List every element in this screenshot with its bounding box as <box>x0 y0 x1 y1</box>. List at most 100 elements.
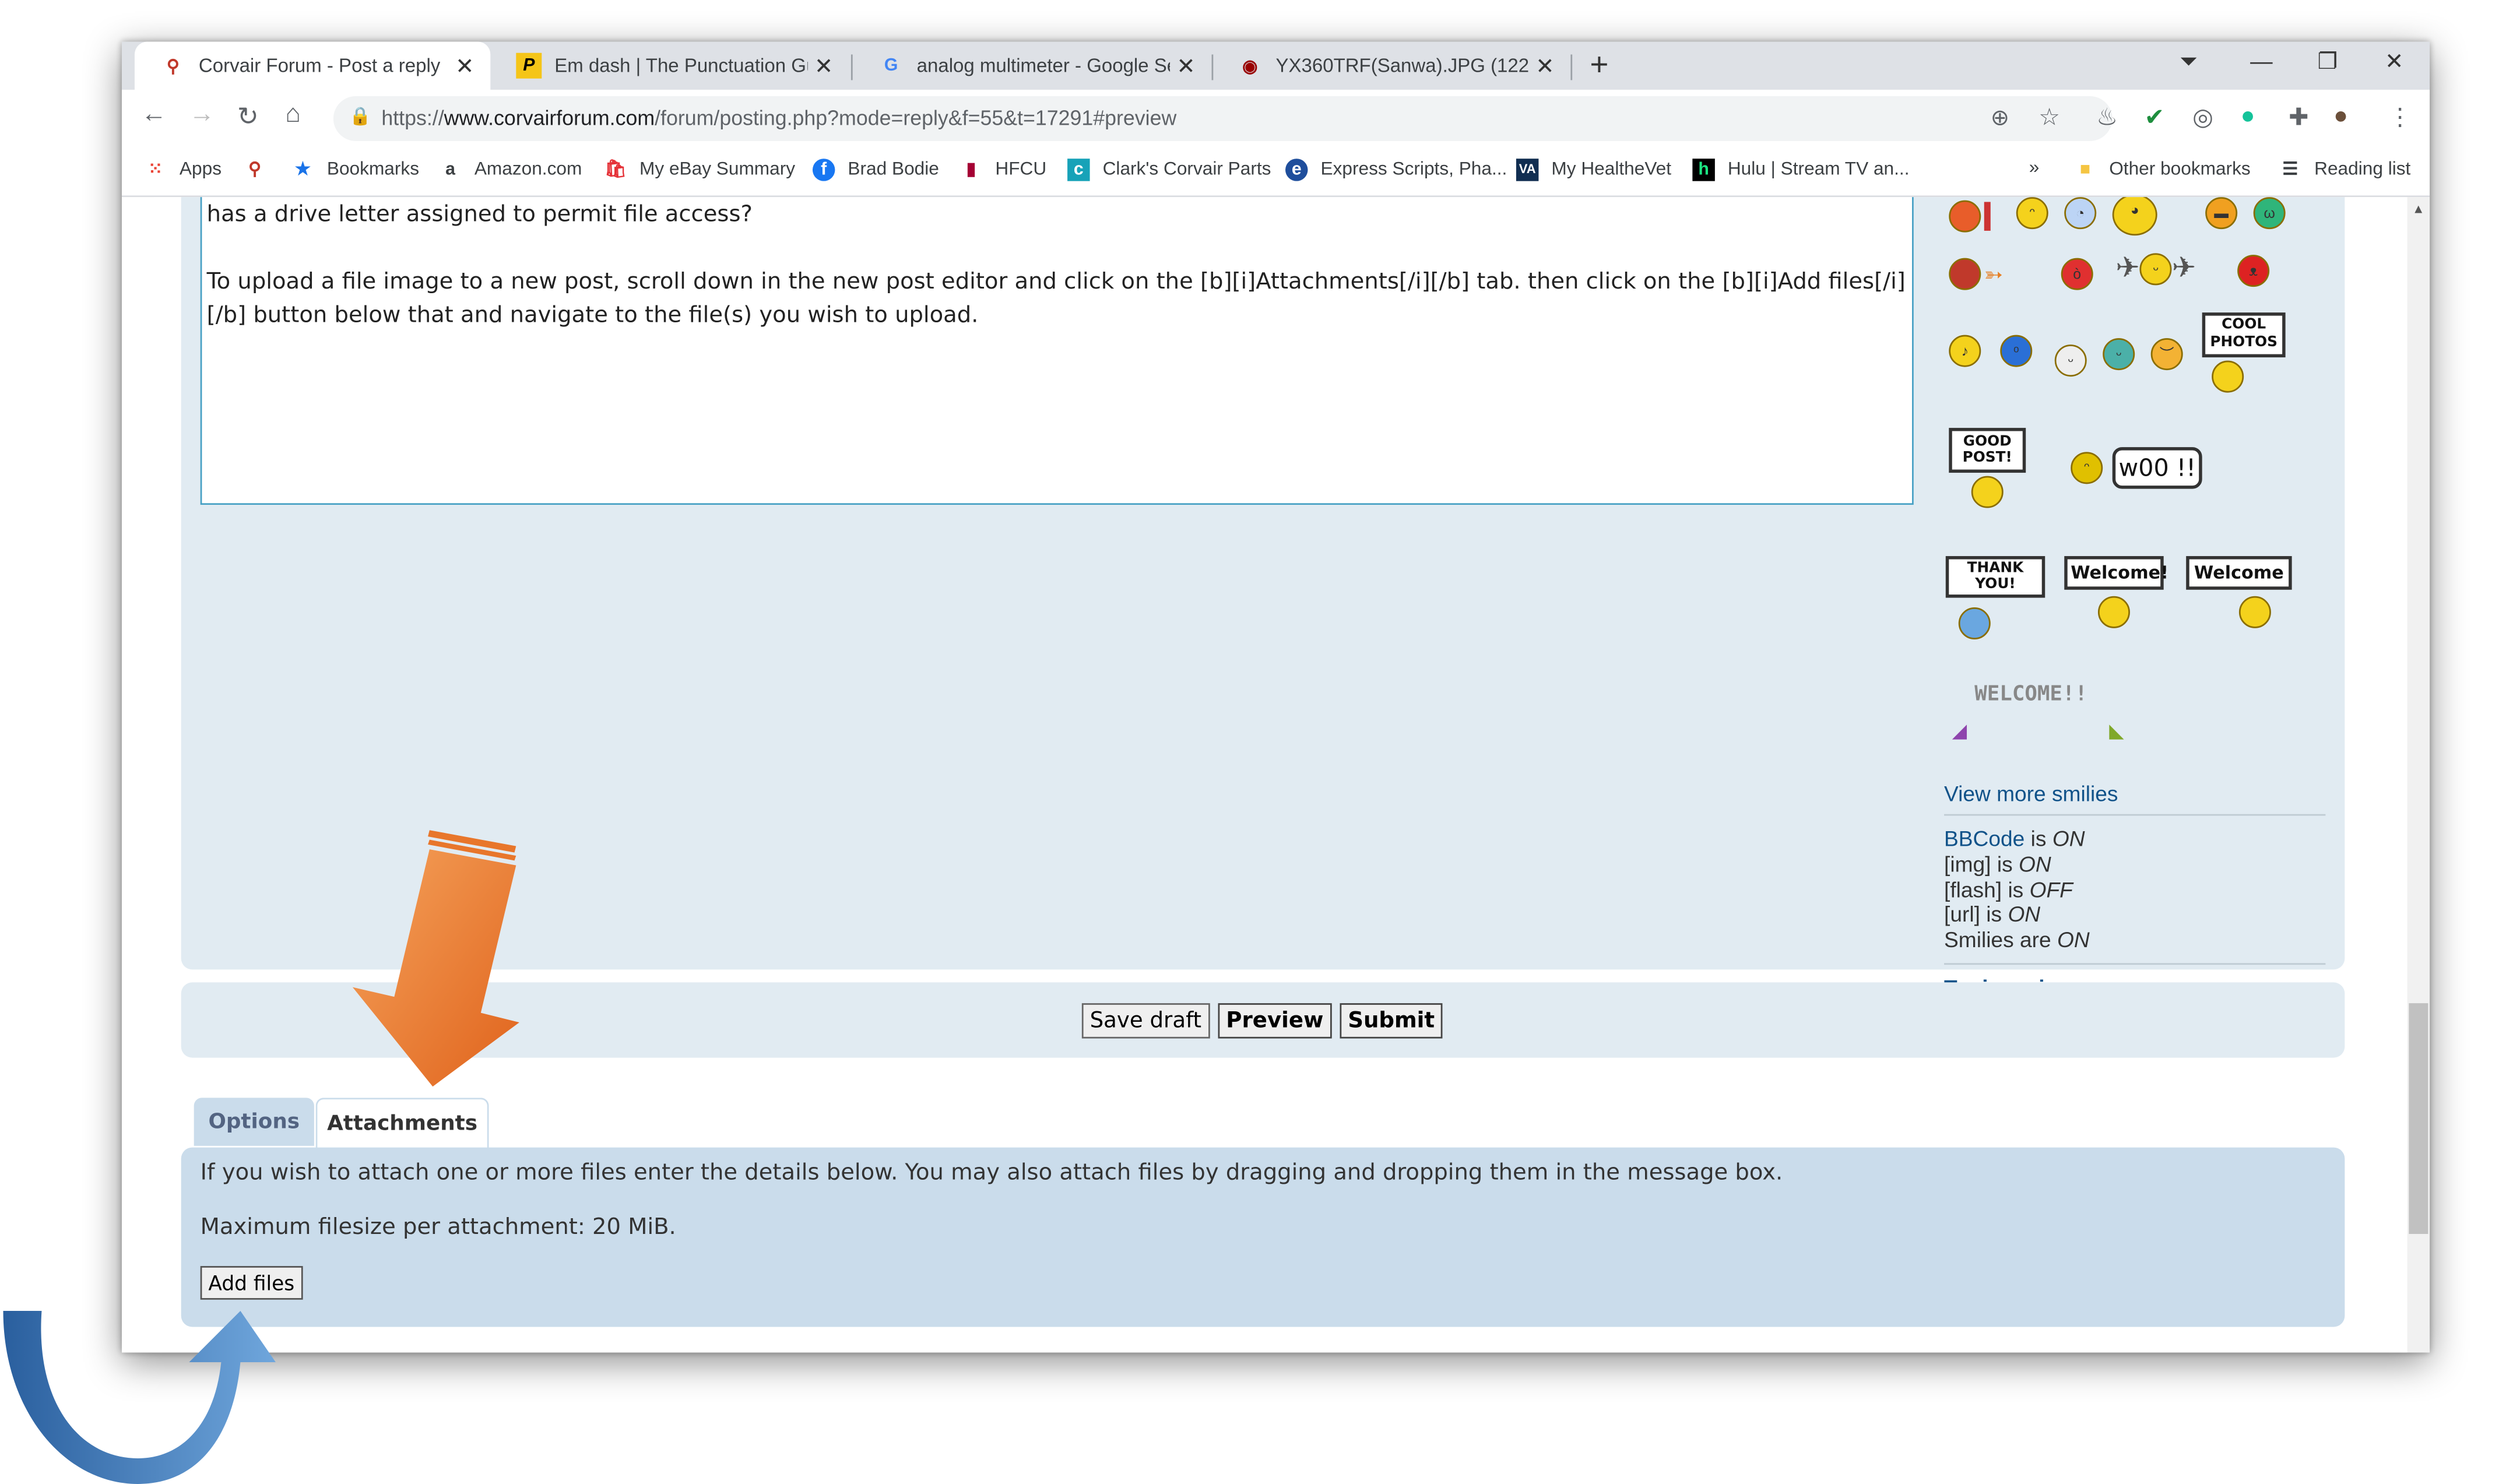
woo-sign-icon[interactable]: ᵔ w00 !! <box>2071 447 2202 489</box>
extension-flame-icon[interactable]: ♨ <box>2096 103 2118 132</box>
folder-icon: ■ <box>2079 160 2091 180</box>
tab-google-search[interactable]: G analog multimeter - Google Sear ✕ <box>853 41 1212 89</box>
bookmark-hfcu[interactable]: ▮ HFCU <box>960 159 1046 181</box>
restore-icon[interactable]: ❐ <box>2318 48 2338 75</box>
tab-title: Corvair Forum - Post a reply <box>198 54 441 77</box>
save-draft-button[interactable]: Save draft <box>1081 1003 1210 1039</box>
bookmark-corvair[interactable]: ⚲ <box>244 159 279 181</box>
smiley-icon[interactable]: ◔ <box>2064 197 2097 230</box>
welcome-sign-icon[interactable]: Welcome! <box>2064 556 2168 628</box>
cool-photos-sign-icon[interactable]: COOL PHOTOS <box>2202 312 2286 393</box>
clarks-icon: c <box>1067 159 1090 181</box>
tab-em-dash[interactable]: P Em dash | The Punctuation Guide ✕ <box>490 41 849 89</box>
tab-title: YX360TRF(Sanwa).JPG (1224×15 <box>1275 54 1529 77</box>
bookmark-other[interactable]: ■ Other bookmarks <box>2074 159 2251 181</box>
menu-dots-icon[interactable]: ⋮ <box>2388 103 2412 132</box>
view-more-smilies-link[interactable]: View more smilies <box>1944 782 2118 806</box>
thank-you-sign-icon[interactable]: THANK YOU! <box>1945 556 2045 640</box>
browser-window: ⚲ Corvair Forum - Post a reply ✕ P Em da… <box>121 41 2430 1353</box>
tab-options[interactable]: Options <box>194 1098 314 1146</box>
attachments-info-text: If you wish to attach one or more files … <box>200 1160 1783 1186</box>
smiley-icon[interactable]: ◕ <box>2112 197 2157 236</box>
tab-strip: ⚲ Corvair Forum - Post a reply ✕ P Em da… <box>121 41 2430 90</box>
tab-wikimedia-image[interactable]: ◉ YX360TRF(Sanwa).JPG (1224×15 ✕ <box>1212 41 1571 89</box>
img-line: [img] is ON <box>1944 852 2051 877</box>
bookmark-hulu[interactable]: h Hulu | Stream TV an... <box>1692 159 1910 181</box>
tab-corvair-forum[interactable]: ⚲ Corvair Forum - Post a reply ✕ <box>134 41 491 90</box>
smiley-icon[interactable]: ᵕ <box>2103 338 2135 371</box>
star-icon: ★ <box>295 160 311 180</box>
lock-icon: 🔒 <box>349 107 372 127</box>
forward-arrow-icon[interactable]: → <box>189 101 215 129</box>
close-tab-icon[interactable]: ✕ <box>1170 52 1202 79</box>
smilies-box: ᵔ ◔ ◕ ▬ ω ➳ ò ✈ ᵕ ✈ ᴥ ♪ ᵒ ᵕ ᵕ ︶ COOL PHOTO… <box>1942 197 2327 934</box>
smiley-angry-icon[interactable]: ò <box>2061 258 2093 290</box>
close-window-icon[interactable]: ✕ <box>2385 48 2403 75</box>
close-tab-icon[interactable]: ✕ <box>808 52 840 79</box>
apps-grid-icon: ⁙ <box>148 160 163 180</box>
bookmark-healthevet[interactable]: VA My HealtheVet <box>1516 159 1671 181</box>
extensions-puzzle-icon[interactable]: ✚ <box>2289 103 2309 132</box>
tab-search-icon[interactable]: ⏷ <box>2180 48 2198 75</box>
smiley-devil-icon[interactable]: ᴥ <box>2237 255 2270 287</box>
bookmarks-bar: ⁙ Apps ⚲ ★ Bookmarks a Amazon.com 🛍 My eBay … <box>121 147 2430 198</box>
bookmark-brad-bodie[interactable]: f Brad Bodie <box>812 159 939 181</box>
scrollbar-thumb[interactable] <box>2409 1003 2428 1235</box>
google-favicon-icon: G <box>884 56 898 76</box>
profile-avatar[interactable]: ● <box>2333 103 2348 130</box>
bookmark-bookmarks[interactable]: ★ Bookmarks <box>291 159 419 181</box>
smiley-icon[interactable]: ➳ <box>1949 258 2003 290</box>
extension-headphones-icon[interactable]: ◎ <box>2192 103 2213 132</box>
bookmark-reading-list[interactable]: ☰ Reading list <box>2279 159 2410 181</box>
bbcode-help-link[interactable]: BBCode <box>1944 827 2025 851</box>
welcome-banner-icon[interactable]: WELCOME!! <box>1974 683 2087 706</box>
smiley-icon[interactable] <box>1949 200 1991 233</box>
smiley-sunglasses-icon[interactable]: ▬ <box>2205 197 2238 230</box>
home-icon[interactable]: ⌂ <box>285 101 301 129</box>
smiley-icon[interactable]: ω <box>2253 197 2286 230</box>
divider <box>1944 963 2326 965</box>
close-tab-icon[interactable]: ✕ <box>449 52 481 79</box>
hulu-icon: h <box>1692 159 1715 181</box>
tab-title: analog multimeter - Google Sear <box>916 54 1171 77</box>
add-files-button[interactable]: Add files <box>200 1266 303 1300</box>
grammarly-icon[interactable]: ● <box>2241 103 2255 130</box>
submit-button[interactable]: Submit <box>1340 1003 1443 1039</box>
message-line-1: has a drive letter assigned to permit fi… <box>206 202 753 228</box>
smiley-icon[interactable]: ✈ ᵕ ✈ <box>2115 252 2196 286</box>
zoom-icon[interactable]: ⊕ <box>1991 104 2009 132</box>
reload-icon[interactable]: ↻ <box>237 101 259 133</box>
minimize-icon[interactable]: — <box>2250 48 2272 73</box>
punctuation-guide-favicon-icon: P <box>516 52 542 79</box>
smiley-icon[interactable]: ᵒ <box>2000 335 2033 367</box>
bookmark-express-scripts[interactable]: e Express Scripts, Pha... <box>1285 159 1507 181</box>
smiley-icon[interactable]: ♪ <box>1949 335 1981 367</box>
preview-button[interactable]: Preview <box>1218 1003 1332 1039</box>
bookmark-ebay[interactable]: 🛍 My eBay Summary <box>604 159 796 181</box>
divider <box>1944 814 2326 816</box>
express-scripts-icon: e <box>1285 159 1308 181</box>
page-content: has a drive letter assigned to permit fi… <box>121 197 2430 1353</box>
amazon-icon: a <box>445 160 456 180</box>
close-tab-icon[interactable]: ✕ <box>1529 52 1561 79</box>
address-bar[interactable]: 🔒 https://www.corvairforum.com/forum/pos… <box>333 96 2113 141</box>
extension-check-icon[interactable]: ✔ <box>2145 103 2165 132</box>
smiley-icon[interactable]: ᵕ <box>2054 344 2087 377</box>
bookmark-clarks[interactable]: c Clark's Corvair Parts <box>1067 159 1271 181</box>
bookmark-amazon[interactable]: a Amazon.com <box>439 159 582 181</box>
smiley-icon[interactable]: ︶ <box>2150 338 2183 371</box>
bbcode-status: BBCode is ON [img] is ON [flash] is OFF … <box>1944 827 2090 954</box>
message-textarea[interactable]: has a drive letter assigned to permit fi… <box>200 197 1914 505</box>
good-post-sign-icon[interactable]: GOOD POST! <box>1949 428 2026 508</box>
bookmark-apps[interactable]: ⁙ Apps <box>144 159 222 181</box>
scroll-up-arrow-icon[interactable]: ▲ <box>2412 202 2425 216</box>
bbcode-line: BBCode is ON <box>1944 827 2085 851</box>
smiley-icon[interactable]: ᵔ <box>2016 197 2048 230</box>
bird-icon: ◢ <box>1952 719 1967 742</box>
welcome-sign-icon[interactable]: Welcome <box>2186 556 2292 628</box>
back-arrow-icon[interactable]: ← <box>141 101 167 129</box>
new-tab-plus-icon[interactable]: + <box>1590 48 1608 85</box>
bookmarks-overflow-chevron[interactable]: » <box>2029 159 2040 178</box>
url-line: [url] is ON <box>1944 902 2041 927</box>
bookmark-star-icon[interactable]: ☆ <box>2038 103 2060 132</box>
